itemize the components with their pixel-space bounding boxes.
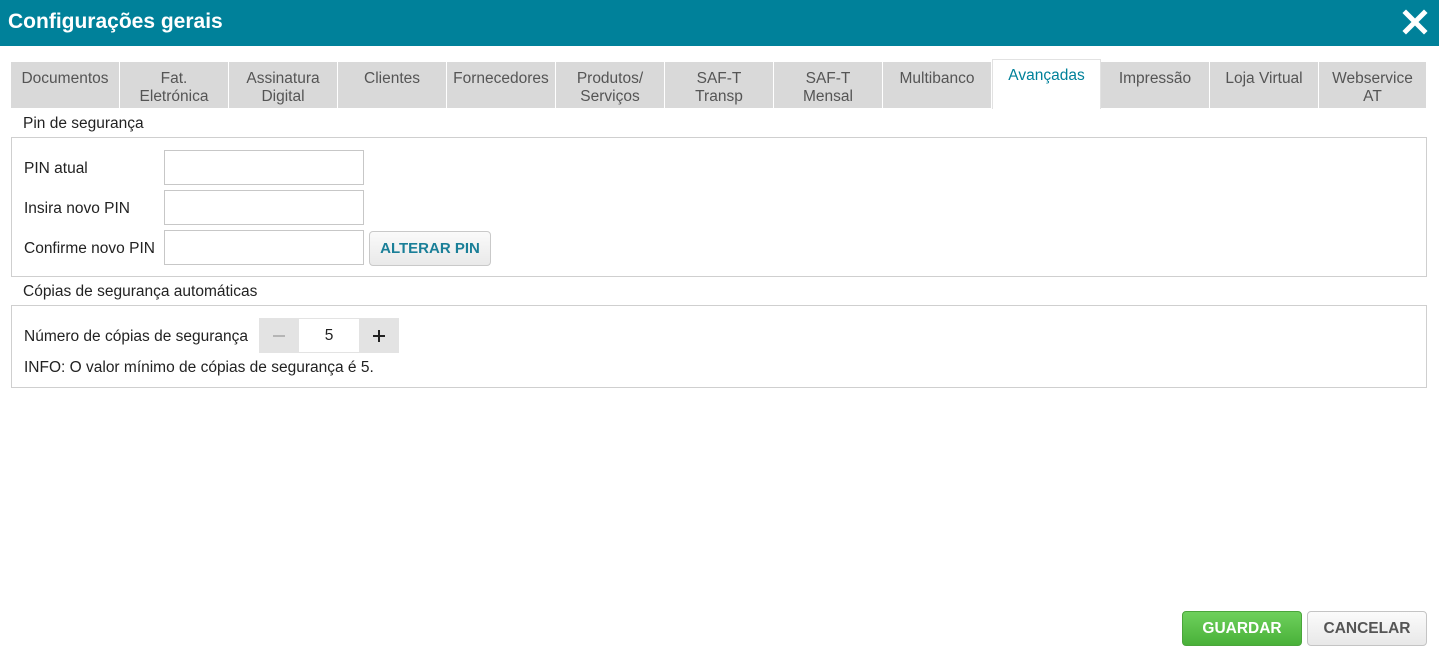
tab-loja-virtual[interactable]: Loja Virtual [1210, 62, 1319, 108]
tab-label: Documentos [21, 70, 109, 87]
tab-assinatura-digital[interactable]: Assinatura Digital [229, 62, 338, 108]
increment-button[interactable] [359, 318, 399, 353]
current-pin-input[interactable] [164, 150, 364, 185]
tab-label-line2: Eletrónica [139, 88, 209, 105]
tab-label: Clientes [364, 70, 420, 87]
tab-label: Fat. [160, 70, 188, 87]
window-title: Configurações gerais [8, 10, 223, 33]
pin-section-title: Pin de segurança [23, 115, 144, 132]
tab-produtos-servicos[interactable]: Produtos/ Serviços [556, 62, 665, 108]
tab-saft-transp[interactable]: SAF-T Transp [665, 62, 774, 108]
pin-section: PIN atual Insira novo PIN Confirme novo … [11, 137, 1427, 277]
tab-impressao[interactable]: Impressão [1101, 62, 1210, 108]
tab-label-line2: AT [1363, 88, 1382, 105]
tab-webservice-at[interactable]: Webservice AT [1319, 62, 1426, 108]
change-pin-button[interactable]: ALTERAR PIN [369, 231, 491, 266]
backup-copies-stepper: 5 [259, 318, 399, 353]
backup-copies-value[interactable]: 5 [299, 318, 359, 353]
tab-label: Assinatura [246, 70, 320, 87]
backup-section-title: Cópias de segurança automáticas [23, 283, 258, 300]
tab-label-line2: Serviços [580, 88, 640, 105]
tab-avancadas[interactable]: Avançadas [992, 59, 1101, 109]
new-pin-label: Insira novo PIN [24, 200, 130, 217]
tab-label: Avançadas [1008, 67, 1085, 84]
minus-icon [273, 334, 285, 337]
tab-bar: Documentos Fat. Eletrónica Assinatura Di… [11, 59, 1426, 109]
confirm-pin-input[interactable] [164, 230, 364, 265]
plus-icon [373, 329, 385, 342]
tab-saft-mensal[interactable]: SAF-T Mensal [774, 62, 883, 108]
backup-copies-label: Número de cópias de segurança [24, 328, 249, 345]
tab-documentos[interactable]: Documentos [11, 62, 120, 108]
title-bar: Configurações gerais [0, 0, 1439, 46]
current-pin-label: PIN atual [24, 160, 88, 177]
tab-label: SAF-T [696, 70, 742, 87]
tab-clientes[interactable]: Clientes [338, 62, 447, 108]
backup-info-text: INFO: O valor mínimo de cópias de segura… [24, 359, 374, 376]
tab-label: Loja Virtual [1225, 70, 1303, 87]
tab-label: Multibanco [899, 70, 975, 87]
close-icon[interactable] [1401, 8, 1429, 36]
tab-fat-eletronica[interactable]: Fat. Eletrónica [120, 62, 229, 108]
tab-label: Impressão [1118, 70, 1192, 87]
tab-label: SAF-T [805, 70, 851, 87]
tab-label: Fornecedores [453, 70, 549, 87]
decrement-button[interactable] [259, 318, 299, 353]
tab-label-line2: Mensal [803, 88, 853, 105]
tab-label-line2: Transp [695, 88, 743, 105]
confirm-pin-label: Confirme novo PIN [24, 240, 155, 257]
tab-label: Webservice [1332, 70, 1413, 87]
tab-multibanco[interactable]: Multibanco [883, 62, 992, 108]
tab-fornecedores[interactable]: Fornecedores [447, 62, 556, 108]
backup-section: Número de cópias de segurança 5 INFO: O … [11, 305, 1427, 388]
cancel-button[interactable]: CANCELAR [1307, 611, 1427, 646]
tab-label-line2: Digital [261, 88, 305, 105]
save-button[interactable]: GUARDAR [1182, 611, 1302, 646]
tab-label: Produtos/ [576, 70, 644, 87]
new-pin-input[interactable] [164, 190, 364, 225]
